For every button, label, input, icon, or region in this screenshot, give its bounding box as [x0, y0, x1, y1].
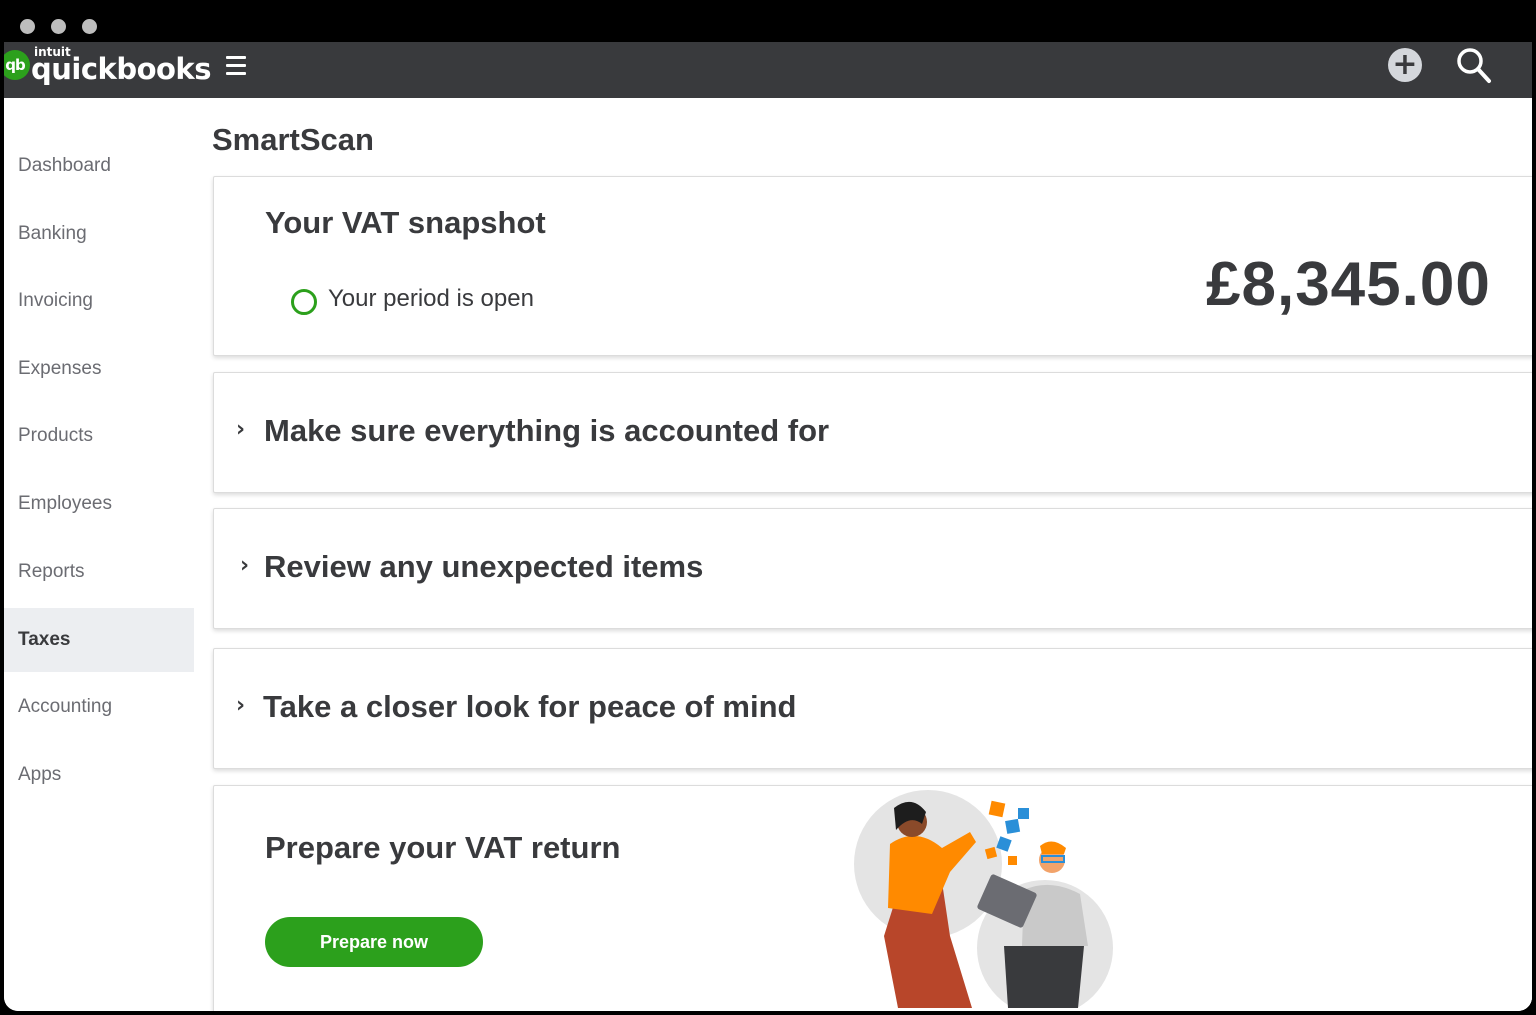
app-window: qb intuit quickbooks + Dashboard Banking…: [4, 0, 1532, 1011]
sidebar-item-invoicing[interactable]: Invoicing: [4, 269, 194, 333]
sidebar-item-taxes[interactable]: Taxes: [4, 608, 194, 672]
sidebar-item-banking[interactable]: Banking: [4, 202, 194, 266]
sidebar-nav: Dashboard Banking Invoicing Expenses Pro…: [4, 98, 194, 1011]
closer-look-section[interactable]: › Take a closer look for peace of mind: [213, 648, 1532, 769]
sidebar-item-label: Accounting: [18, 696, 113, 717]
sidebar-item-label: Banking: [18, 223, 87, 244]
section-title[interactable]: Take a closer look for peace of mind: [263, 689, 796, 725]
sidebar-item-label: Apps: [18, 764, 62, 785]
chevron-right-icon[interactable]: ›: [240, 553, 249, 578]
maximize-window-dot[interactable]: [82, 19, 97, 34]
chevron-right-icon[interactable]: ›: [236, 693, 245, 718]
sidebar-item-label: Expenses: [18, 358, 102, 379]
main-panel: SmartScan Your VAT snapshot Your period …: [194, 98, 1532, 1011]
vat-amount: £8,345.00: [1206, 250, 1491, 319]
section-title[interactable]: Make sure everything is accounted for: [264, 413, 829, 449]
sidebar-item-label: Reports: [18, 561, 85, 582]
vat-snapshot-title: Your VAT snapshot: [265, 205, 546, 240]
sidebar-item-dashboard[interactable]: Dashboard: [4, 134, 194, 198]
sidebar-item-label: Employees: [18, 493, 112, 514]
sidebar-item-employees[interactable]: Employees: [4, 472, 194, 536]
accounted-for-section[interactable]: › Make sure everything is accounted for: [213, 372, 1532, 493]
sidebar-item-label: Products: [18, 425, 93, 446]
close-window-dot[interactable]: [20, 19, 35, 34]
hamburger-icon[interactable]: [226, 56, 250, 80]
section-title[interactable]: Review any unexpected items: [264, 549, 703, 585]
page-title: SmartScan: [212, 122, 374, 157]
prepare-title: Prepare your VAT return: [265, 830, 621, 865]
unexpected-items-section[interactable]: › Review any unexpected items: [213, 508, 1532, 629]
status-open-icon: [291, 289, 317, 315]
prepare-vat-return-card: Prepare your VAT return Prepare now: [213, 785, 1532, 1011]
sidebar-item-apps[interactable]: Apps: [4, 743, 194, 807]
sidebar-item-label: Dashboard: [18, 155, 111, 176]
app-content: Dashboard Banking Invoicing Expenses Pro…: [4, 98, 1532, 1011]
minimize-window-dot[interactable]: [51, 19, 66, 34]
sidebar-item-label: Invoicing: [18, 290, 93, 311]
prepare-now-button[interactable]: Prepare now: [265, 917, 483, 967]
sidebar-item-reports[interactable]: Reports: [4, 540, 194, 604]
window-titlebar: [4, 0, 1532, 42]
chevron-right-icon[interactable]: ›: [236, 417, 245, 442]
period-status-text: Your period is open: [328, 285, 534, 312]
quickbooks-logo-icon[interactable]: qb: [4, 50, 30, 80]
plus-icon[interactable]: +: [1388, 48, 1422, 82]
sidebar-item-expenses[interactable]: Expenses: [4, 337, 194, 401]
vat-snapshot-card: Your VAT snapshot Your period is open £8…: [213, 176, 1532, 356]
sidebar-item-label: Taxes: [18, 629, 71, 650]
quickbooks-wordmark[interactable]: quickbooks: [31, 52, 211, 86]
sidebar-item-accounting[interactable]: Accounting: [4, 675, 194, 739]
sidebar-item-products[interactable]: Products: [4, 404, 194, 468]
search-icon[interactable]: [1455, 46, 1493, 86]
people-collaboration-illustration: [854, 790, 1113, 1008]
top-navigation-bar: qb intuit quickbooks +: [4, 42, 1532, 98]
